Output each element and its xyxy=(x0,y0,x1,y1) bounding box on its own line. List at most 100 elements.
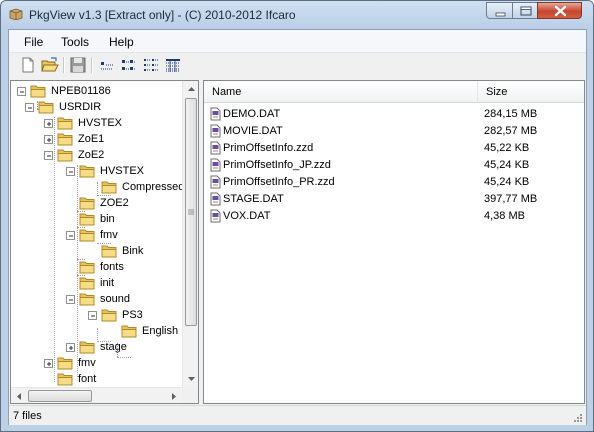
scroll-corner xyxy=(182,387,198,403)
file-row[interactable]: PrimOffsetInfo.zzd 45,22 KB xyxy=(204,140,584,157)
small-icons-view-icon xyxy=(122,60,136,70)
tree-node[interactable]: Compressed xyxy=(11,179,184,195)
file-size: 397,77 MB xyxy=(484,193,538,205)
tree-horizontal-scrollbar[interactable] xyxy=(11,387,182,403)
expand-icon[interactable] xyxy=(44,359,53,368)
column-header-size[interactable]: Size xyxy=(478,81,584,103)
window-title: PkgView v1.3 [Extract only] - (C) 2010-2… xyxy=(29,8,296,22)
file-icon xyxy=(210,158,221,175)
collapse-icon[interactable] xyxy=(25,103,34,112)
collapse-icon[interactable] xyxy=(66,167,75,176)
file-row[interactable]: DEMO.DAT 284,15 MB xyxy=(204,106,584,123)
tree-node[interactable]: English xyxy=(11,323,182,339)
tree-node[interactable]: fmv xyxy=(11,227,182,243)
small-icons-view-button[interactable] xyxy=(120,56,138,74)
tree-node[interactable]: HVSTEX xyxy=(11,115,182,131)
collapse-icon[interactable] xyxy=(66,231,75,240)
expand-icon[interactable] xyxy=(44,119,53,128)
tree-node[interactable]: fonts xyxy=(11,259,182,275)
file-icon xyxy=(210,175,221,192)
file-row[interactable]: PrimOffsetInfo_PR.zzd 45,24 KB xyxy=(204,174,584,191)
tree-node-label: HVSTEX xyxy=(100,165,145,177)
file-size: 4,38 MB xyxy=(484,210,525,222)
file-row[interactable]: PrimOffsetInfo_JP.zzd 45,24 KB xyxy=(204,157,584,174)
file-name: PrimOffsetInfo.zzd xyxy=(223,142,314,154)
file-name: MOVIE.DAT xyxy=(223,125,283,137)
menu-help[interactable]: Help xyxy=(109,35,134,49)
file-size: 284,15 MB xyxy=(484,108,538,120)
list-view-button[interactable] xyxy=(142,56,160,74)
tree-node[interactable]: Bink xyxy=(11,243,182,259)
details-view-icon xyxy=(166,59,180,72)
tree-node-label: PS3 xyxy=(122,309,143,321)
file-icon xyxy=(210,124,221,141)
column-name-label: Name xyxy=(212,86,242,98)
file-row[interactable]: MOVIE.DAT 282,57 MB xyxy=(204,123,584,140)
open-button[interactable] xyxy=(41,56,59,74)
menu-bar: File Tools Help xyxy=(9,30,586,53)
tree-node[interactable]: font xyxy=(11,371,182,387)
grip-icon xyxy=(188,209,194,215)
collapse-icon[interactable] xyxy=(88,311,97,320)
tree-node-label: NPEB01186 xyxy=(51,85,111,97)
file-row[interactable]: VOX.DAT 4,38 MB xyxy=(204,208,584,225)
file-list[interactable]: Name Size DEMO.DAT 284,15 MB MOVIE.DAT 282,… xyxy=(203,80,585,404)
tree-node[interactable]: fmv xyxy=(11,355,182,371)
resize-grip-icon[interactable] xyxy=(572,412,583,423)
title-bar[interactable]: PkgView v1.3 [Extract only] - (C) 2010-2… xyxy=(1,1,593,29)
file-icon xyxy=(210,209,221,226)
file-icon xyxy=(210,107,221,124)
close-icon xyxy=(554,5,567,17)
tree-vertical-scrollbar[interactable] xyxy=(182,81,198,387)
file-name: DEMO.DAT xyxy=(223,108,281,120)
folder-tree[interactable]: NPEB01186 USRDIR HVSTEX ZoE1 ZoE2 HVSTEX Compr… xyxy=(10,80,199,404)
status-text: 7 files xyxy=(13,410,42,422)
tree-node[interactable]: PS3 xyxy=(11,307,182,323)
tree-vertical-scroll-thumb[interactable] xyxy=(185,98,197,326)
scroll-up-icon xyxy=(188,87,195,91)
collapse-icon[interactable] xyxy=(44,151,53,160)
new-icon xyxy=(22,57,34,73)
details-view-button[interactable] xyxy=(164,56,182,74)
tree-node[interactable]: USRDIR xyxy=(11,99,182,115)
file-row[interactable]: STAGE.DAT 397,77 MB xyxy=(204,191,584,208)
tree-node[interactable]: bin xyxy=(11,211,182,227)
tree-node-label: HVSTEX xyxy=(78,117,123,129)
minimize-icon xyxy=(495,12,506,17)
scroll-right-icon xyxy=(172,393,176,400)
collapse-icon[interactable] xyxy=(17,87,26,96)
tree-node[interactable]: sound xyxy=(11,291,182,307)
tree-node[interactable]: ZOE2 xyxy=(11,195,182,211)
new-button[interactable] xyxy=(19,56,37,74)
save-button[interactable] xyxy=(69,56,87,74)
tree-node-label: fonts xyxy=(100,261,124,273)
large-icons-view-icon xyxy=(101,62,113,70)
menu-file[interactable]: File xyxy=(24,35,43,49)
tree-node[interactable]: NPEB01186 xyxy=(11,83,182,99)
menu-tools[interactable]: Tools xyxy=(61,35,89,49)
tree-node-label: fmv xyxy=(100,229,118,241)
tree-horizontal-scroll-thumb[interactable] xyxy=(28,390,92,402)
expand-icon[interactable] xyxy=(66,343,75,352)
open-folder-icon xyxy=(41,57,59,72)
tree-node[interactable]: HVSTEX xyxy=(11,163,182,179)
tree-node-label: font xyxy=(78,373,97,385)
collapse-icon[interactable] xyxy=(66,295,75,304)
tree-node-label: init xyxy=(100,277,115,289)
tree-node[interactable]: ZoE2 xyxy=(11,147,182,163)
minimize-button[interactable] xyxy=(486,2,513,19)
maximize-button[interactable] xyxy=(512,2,538,19)
tree-node-label: fmv xyxy=(78,357,96,369)
large-icons-view-button[interactable] xyxy=(98,56,116,74)
tree-node[interactable]: stage xyxy=(11,339,182,355)
close-button[interactable] xyxy=(537,2,582,19)
expand-icon[interactable] xyxy=(44,135,53,144)
file-size: 282,57 MB xyxy=(484,125,538,137)
tree-node[interactable]: ZoE1 xyxy=(11,131,182,147)
column-header-name[interactable]: Name xyxy=(204,81,478,103)
tree-node[interactable]: init xyxy=(11,275,182,291)
scroll-left-icon xyxy=(17,393,21,400)
app-window: PkgView v1.3 [Extract only] - (C) 2010-2… xyxy=(0,0,594,432)
tree-node-label: ZoE2 xyxy=(78,149,105,161)
tree-node-label: Bink xyxy=(122,245,144,257)
